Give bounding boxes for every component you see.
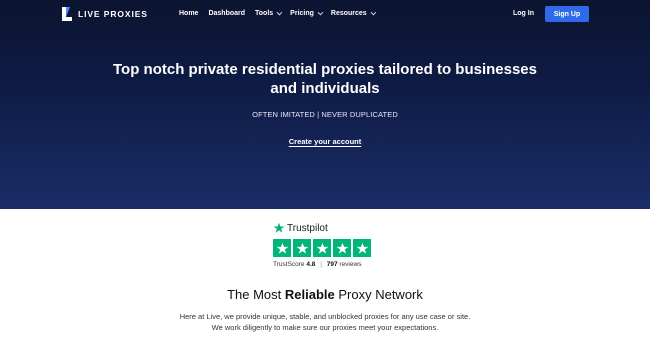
network-heading-post: Proxy Network <box>334 287 423 302</box>
brand-logo[interactable]: LIVE PROXIES <box>61 6 148 22</box>
main-menu: Home Dashboard Tools Pricing Resources <box>179 9 384 17</box>
live-proxies-logo-icon <box>62 7 72 21</box>
hero-title: Top notch private residential proxies ta… <box>113 61 537 97</box>
star-icon <box>356 242 368 254</box>
star-icon <box>296 242 308 254</box>
review-count: 797 <box>326 261 338 268</box>
nav-item-tools[interactable]: Tools <box>255 9 283 17</box>
network-heading-bold: Reliable <box>284 287 335 302</box>
trustscore: TrustScore 4.8 | 797 reviews <box>273 261 361 268</box>
network-description-line: We work diligently to make sure our prox… <box>211 323 439 332</box>
chevron-down-icon <box>317 9 324 15</box>
star-rating-box <box>333 239 351 257</box>
create-account-link[interactable]: Create your account <box>275 137 375 146</box>
top-nav: LIVE PROXIES Home Dashboard Tools Pricin… <box>0 0 650 28</box>
star-rating-box <box>353 239 371 257</box>
nav-item-label: Pricing <box>290 10 314 17</box>
nav-item-label: Resources <box>330 10 367 17</box>
network-description: Here at Live, we provide unique, stable,… <box>120 311 530 333</box>
trustpilot-stars <box>273 239 373 257</box>
nav-item-label: Home <box>179 10 199 17</box>
star-icon <box>276 242 288 254</box>
network-heading-pre: The Most <box>227 287 285 302</box>
brand-name: LIVE PROXIES <box>78 9 148 19</box>
nav-item-resources[interactable]: Resources <box>330 9 376 17</box>
star-rating-box <box>313 239 331 257</box>
network-description-line: Here at Live, we provide unique, stable,… <box>179 312 471 321</box>
trustscore-label: TrustScore <box>273 261 305 268</box>
chevron-down-icon <box>276 9 283 15</box>
star-icon <box>316 242 328 254</box>
trustpilot-star-icon <box>273 222 285 233</box>
chevron-down-icon <box>370 9 376 15</box>
separator: | <box>320 261 322 268</box>
login-link[interactable]: Log In <box>513 10 534 17</box>
reviews-label: reviews <box>339 261 362 268</box>
network-heading: The Most Reliable Proxy Network <box>0 287 650 302</box>
trustpilot-name: Trustpilot <box>287 222 328 234</box>
nav-item-label: Tools <box>255 10 274 17</box>
nav-item-label: Dashboard <box>208 10 246 17</box>
signup-button[interactable]: Sign Up <box>545 6 589 22</box>
nav-item-dashboard[interactable]: Dashboard <box>208 10 245 17</box>
star-rating-box <box>273 239 291 257</box>
trustscore-value: 4.8 <box>306 261 316 268</box>
nav-item-pricing[interactable]: Pricing <box>290 9 324 17</box>
hero-subtitle: OFTEN IMITATED | NEVER DUPLICATED <box>252 110 398 119</box>
trustpilot-logo[interactable]: Trustpilot <box>273 222 328 234</box>
star-icon <box>336 242 348 254</box>
hero-section: LIVE PROXIES Home Dashboard Tools Pricin… <box>0 0 650 209</box>
star-rating-box <box>293 239 311 257</box>
nav-item-home[interactable]: Home <box>179 10 198 17</box>
